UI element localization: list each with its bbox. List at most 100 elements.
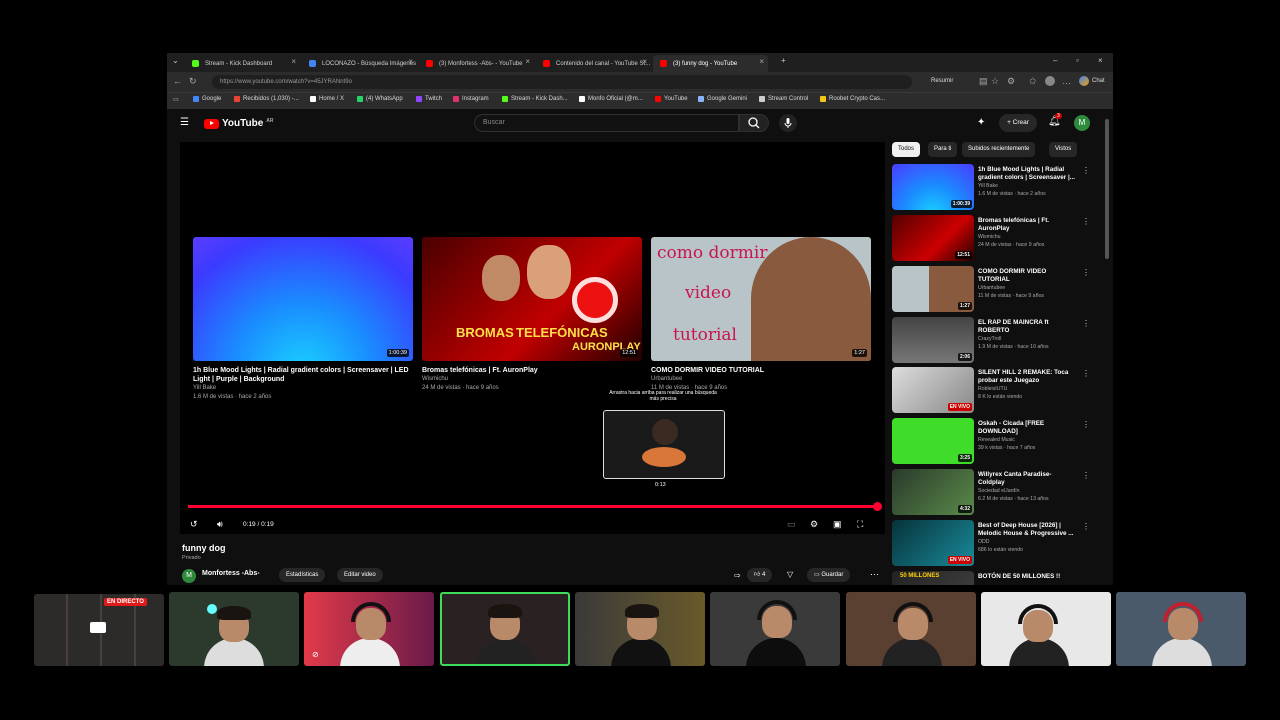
recommendation-item[interactable]: 2:06 EL RAP DE MAINCRA ft ROBERTO CrazyT…	[892, 317, 1092, 365]
bookmark-roobet[interactable]: Roobet Crypto Cas...	[820, 96, 885, 102]
bookmark-gmail[interactable]: Recibidos (1,030) -...	[234, 96, 299, 102]
more-vert-icon[interactable]: ⋮	[1082, 217, 1090, 226]
tab-youtube-studio[interactable]: Contenido del canal - YouTube St... ×	[536, 55, 651, 72]
bookmark-x[interactable]: Home / X	[310, 96, 344, 102]
more-menu-icon[interactable]: …	[1062, 76, 1071, 86]
close-icon[interactable]: ×	[642, 57, 647, 66]
channel-avatar[interactable]: M	[182, 569, 196, 583]
hamburger-menu-icon[interactable]: ☰	[180, 117, 189, 128]
search-input[interactable]: Buscar	[474, 114, 739, 132]
person-hair	[488, 604, 522, 618]
recommendation-item[interactable]: 12:51 Bromas telefónicas | Ft. AuronPlay…	[892, 215, 1092, 263]
close-icon[interactable]: ×	[759, 57, 764, 66]
share-icon[interactable]: ⇨	[734, 571, 741, 580]
profile-avatar[interactable]	[1045, 76, 1055, 86]
bookmark-gemini[interactable]: Google Gemini	[698, 96, 747, 102]
captions-icon[interactable]: ▭	[787, 519, 796, 530]
close-icon[interactable]: ×	[525, 57, 530, 66]
recommendation-item[interactable]: 4:32 Willyrex Canta Paradise-Coldplay So…	[892, 469, 1092, 517]
cast-icon[interactable]: ✦	[977, 117, 985, 128]
recommendation-item[interactable]: EN VIVO SILENT HILL 2 REMAKE: Toca proba…	[892, 367, 1092, 415]
more-vert-icon[interactable]: ⋮	[1082, 522, 1090, 531]
close-icon[interactable]: ×	[408, 57, 413, 66]
voice-search-button[interactable]	[779, 114, 797, 132]
bookmark-tiktok[interactable]: Monfo Oficial (@m...	[579, 96, 643, 102]
search-button[interactable]	[739, 114, 769, 132]
page-scrollbar[interactable]	[1105, 119, 1109, 259]
stats-button[interactable]: Estadísticas	[279, 568, 326, 582]
refresh-icon[interactable]: ↻	[189, 76, 197, 87]
bookmark-kick[interactable]: Stream - Kick Dash...	[502, 96, 568, 102]
tab-kick-dashboard[interactable]: Stream - Kick Dashboard ×	[185, 55, 300, 72]
window-close-icon[interactable]: ×	[1098, 56, 1103, 65]
recommendation-item[interactable]: 1:27 COMO DORMIR VIDEO TUTORIAL Urbantub…	[892, 266, 1092, 314]
edit-video-button[interactable]: Editar video	[337, 568, 383, 582]
recommendation-item[interactable]: 1:00:39 1h Blue Mood Lights | Radial gra…	[892, 164, 1092, 212]
collections-icon[interactable]: ✩	[1029, 76, 1037, 87]
fullscreen-icon[interactable]: ⛶	[857, 519, 863, 530]
more-actions-icon[interactable]: ⋯	[870, 569, 879, 580]
recommendation-item[interactable]: EN VIVO Best of Deep House [2026] | Melo…	[892, 520, 1092, 568]
bookmark-instagram[interactable]: Instagram	[453, 96, 489, 102]
extensions-icon[interactable]: ⚙	[1007, 76, 1015, 87]
bookmark-twitch[interactable]: Twitch	[416, 96, 442, 102]
rec-channel: ODD	[978, 539, 990, 545]
chip-all[interactable]: Todos	[892, 142, 921, 157]
tab-funny-dog[interactable]: (3) funny dog - YouTube ×	[653, 55, 768, 72]
back-icon[interactable]: ←	[173, 76, 182, 86]
bookmark-folder-icon[interactable]: ▭	[173, 96, 179, 103]
replay-icon[interactable]: ↺	[190, 519, 198, 530]
bookmark-google[interactable]: Google	[193, 96, 221, 102]
progress-bar[interactable]	[188, 505, 878, 508]
summarize-button[interactable]: Resumir	[931, 78, 953, 84]
end-card-2[interactable]: BROMAS TELEFÓNICAS AURONPLAY 12:51 Broma…	[422, 237, 642, 393]
recommendation-item[interactable]: 50 MILLONES BOTÓN DE 50 MILLONES !!	[892, 571, 1092, 585]
rec-title: 1h Blue Mood Lights | Radial gradient co…	[978, 166, 1075, 181]
bookmark-stream-control[interactable]: Stream Control	[759, 96, 808, 102]
account-avatar[interactable]: M	[1074, 115, 1090, 131]
copilot-icon[interactable]	[1079, 76, 1089, 86]
more-vert-icon[interactable]: ⋮	[1082, 268, 1090, 277]
rec-channel: Wismichu	[978, 234, 1001, 240]
miniplayer-icon[interactable]: ▣	[833, 519, 842, 530]
duration-badge: 1:27	[852, 349, 867, 357]
chip-for-you[interactable]: Para ti	[928, 142, 958, 157]
new-tab-button[interactable]: +	[781, 56, 786, 65]
more-vert-icon[interactable]: ⋮	[1082, 319, 1090, 328]
bookmark-youtube[interactable]: YouTube	[655, 96, 688, 102]
minimize-icon[interactable]: –	[1053, 56, 1057, 65]
more-vert-icon[interactable]: ⋮	[1082, 471, 1090, 480]
video-player[interactable]: 1:00:39 1h Blue Mood Lights | Radial gra…	[180, 142, 885, 534]
end-card-1[interactable]: 1:00:39 1h Blue Mood Lights | Radial gra…	[193, 237, 413, 402]
tab-label: Stream - Kick Dashboard	[205, 60, 273, 67]
like-button[interactable]: 👍︎ 4	[747, 568, 773, 582]
reader-icon[interactable]: ▤	[979, 76, 988, 87]
chip-watched[interactable]: Vistos	[1049, 142, 1078, 157]
youtube-logo[interactable]: YouTube AR	[204, 118, 274, 129]
recommendation-item[interactable]: 3:25 Oskah - Cicada [FREE DOWNLOAD] Reve…	[892, 418, 1092, 466]
volume-icon[interactable]: 🔊︎	[217, 519, 223, 530]
tab-search-icon[interactable]: ⌄	[172, 56, 179, 65]
close-icon[interactable]: ×	[291, 57, 296, 66]
chat-button[interactable]: Chat	[1092, 78, 1105, 84]
favorite-icon[interactable]: ☆	[991, 76, 999, 87]
settings-icon[interactable]: ⚙	[810, 519, 818, 530]
more-vert-icon[interactable]: ⋮	[1082, 369, 1090, 378]
time-display: 0:19 / 0:19	[243, 521, 274, 528]
more-vert-icon[interactable]: ⋮	[1082, 420, 1090, 429]
more-vert-icon[interactable]: ⋮	[1082, 166, 1090, 175]
dislike-icon[interactable]: ▽	[787, 570, 793, 579]
face-shape	[751, 237, 871, 361]
url-field[interactable]: https://www.youtube.com/watch?v=45JYRANn…	[212, 75, 912, 89]
google-icon	[193, 96, 199, 102]
tab-image-search[interactable]: LOCONAZO - Búsqueda Imágenes ×	[302, 55, 417, 72]
save-button[interactable]: ▭ Guardar	[807, 568, 851, 582]
chip-recently-uploaded[interactable]: Subidos recientemente	[962, 142, 1036, 157]
channel-name[interactable]: Monfortess -Abs-	[202, 570, 260, 577]
progress-scrubber[interactable]	[873, 502, 882, 511]
bookmark-whatsapp[interactable]: (4) WhatsApp	[357, 96, 403, 102]
tab-youtube-channel[interactable]: (3) Monfortess -Abs- - YouTube ×	[419, 55, 534, 72]
end-card-3[interactable]: como dormir video tutorial 1:27 COMO DOR…	[651, 237, 871, 393]
maximize-icon[interactable]: ▫	[1076, 56, 1079, 65]
create-button[interactable]: + Crear	[999, 114, 1037, 132]
